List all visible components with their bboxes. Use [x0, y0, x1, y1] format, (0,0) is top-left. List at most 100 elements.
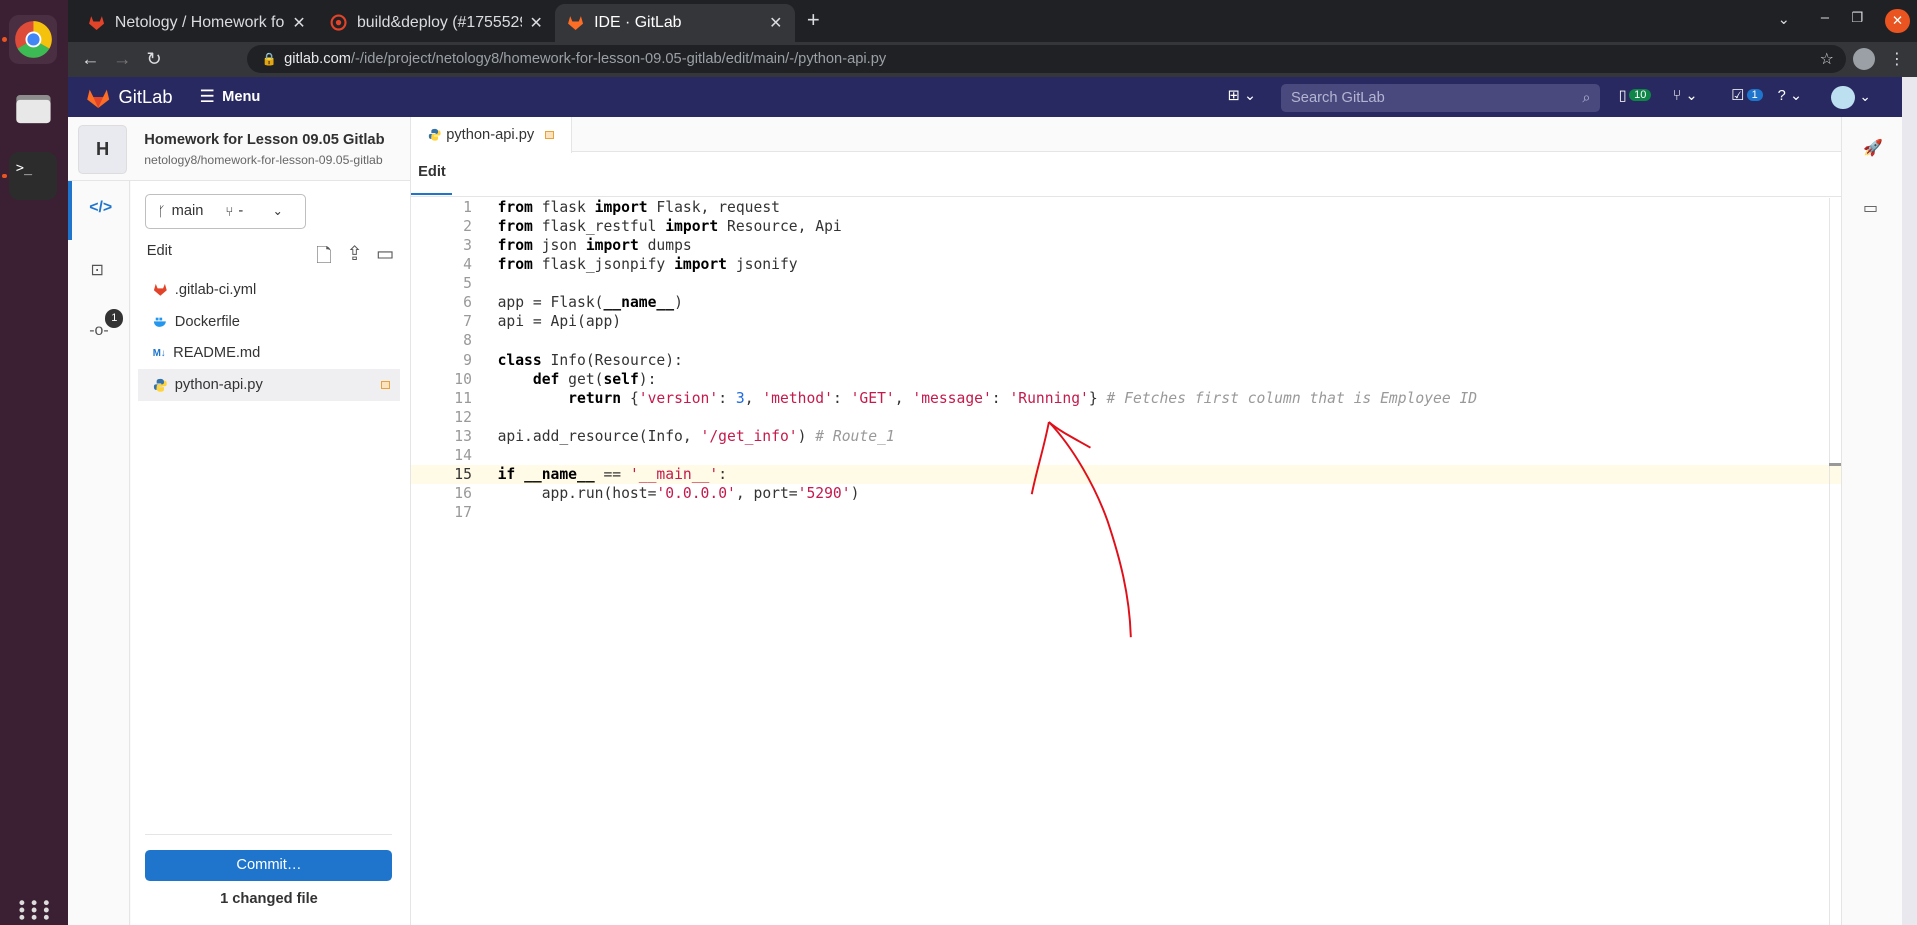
window-close-icon[interactable]: ✕ — [1885, 8, 1910, 33]
new-file-icon[interactable]: 🗋 — [312, 242, 336, 275]
code-line[interactable]: 9 class Info(Resource): — [411, 351, 1841, 370]
gitlab-top-nav: GitLab ☰ Menu ⊞ ⌄ Search GitLab ⌕ ▯ 10 ⑂… — [68, 77, 1903, 118]
close-tab-icon[interactable]: ✕ — [530, 13, 543, 33]
todo-check-icon: ☑ — [1731, 87, 1745, 104]
project-avatar[interactable]: H — [78, 124, 128, 174]
branch-icon: ᚴ — [157, 203, 166, 219]
ide-activity-bar: </> ⊡ -o- 1 — [68, 180, 130, 925]
minimize-icon[interactable]: – — [1821, 10, 1829, 26]
close-tab-icon[interactable]: ✕ — [292, 13, 305, 33]
user-menu[interactable]: ⌄ — [1831, 85, 1871, 109]
search-field[interactable]: Search GitLab ⌕ — [1281, 84, 1601, 113]
editor-scrollbar[interactable] — [1829, 198, 1841, 925]
code-line[interactable]: 4 from flask_jsonpify import jsonify — [411, 255, 1841, 274]
gitlab-logo-text: GitLab — [118, 86, 173, 108]
close-tab-icon[interactable]: ✕ — [769, 13, 782, 33]
project-name[interactable]: Homework for Lesson 09.05 Gitlab — [144, 132, 384, 148]
gitlab-home-link[interactable]: GitLab — [86, 86, 173, 109]
commit-button[interactable]: Commit… — [145, 849, 393, 882]
terminal-icon[interactable]: ▭ — [1863, 198, 1878, 218]
restore-icon[interactable]: ❐ — [1851, 10, 1863, 26]
bookmark-star-icon[interactable]: ☆ — [1820, 49, 1834, 69]
line-number: 5 — [463, 275, 472, 293]
issues-button[interactable]: ▯ 10 — [1619, 87, 1652, 104]
annotation-arrow — [1030, 421, 1132, 637]
help-icon[interactable]: ? ⌄ — [1778, 87, 1803, 104]
issues-icon: ▯ — [1618, 87, 1627, 104]
forward-icon[interactable]: → — [106, 48, 138, 70]
terminal-app-icon[interactable]: >_ — [8, 151, 58, 201]
line-number: 15 — [454, 465, 472, 483]
code-line[interactable]: 5 — [411, 274, 1841, 293]
browser-tab-netology[interactable]: Netology / Homework for ✕ — [76, 4, 318, 42]
new-directory-icon[interactable]: ▭ — [373, 242, 397, 266]
todos-button[interactable]: ☑ 1 — [1731, 87, 1763, 104]
hamburger-icon: ☰ — [199, 87, 215, 107]
menu-button[interactable]: ☰ Menu — [199, 87, 260, 107]
line-text: class Info(Resource): — [497, 351, 683, 369]
line-number: 4 — [463, 256, 472, 274]
code-line[interactable]: 10 def get(self): — [411, 370, 1841, 389]
show-apps-icon[interactable] — [17, 899, 51, 921]
create-new-icon[interactable]: ⊞ ⌄ — [1227, 87, 1256, 104]
browser-tab-strip: Netology / Homework for ✕ build&deploy (… — [68, 0, 1917, 42]
pipelines-rocket-icon[interactable]: 🚀 — [1863, 138, 1883, 158]
pipeline-favicon-icon — [330, 14, 347, 31]
file-tree-panel: ᚴ main ⑂ - ⌄ Edit 🗋 ⇪ ▭ .gitlab-ci.yml D… — [130, 180, 410, 925]
line-number: 14 — [454, 446, 472, 464]
file-item-gitlab-ci[interactable]: .gitlab-ci.yml — [138, 274, 400, 306]
merge-request-label: - — [238, 203, 244, 220]
page-scrollbar[interactable] — [1902, 77, 1917, 925]
line-number: 17 — [454, 504, 472, 522]
tab-title: IDE · GitLab — [594, 13, 682, 31]
line-number: 1 — [463, 199, 472, 217]
line-text: api.add_resource(Info, '/get_info') # Ro… — [497, 427, 895, 445]
tab-search-icon[interactable]: ⌄ — [1778, 11, 1790, 28]
editor-mode-tab[interactable]: Edit — [418, 164, 446, 180]
file-item-dockerfile[interactable]: Dockerfile — [138, 306, 400, 338]
file-name: README.md — [173, 345, 261, 362]
gitlab-favicon-icon — [89, 16, 105, 31]
commit-count-badge: 1 — [105, 309, 124, 328]
code-line[interactable]: 3 from json import dumps — [411, 236, 1841, 255]
browser-menu-icon[interactable]: ⋮ — [1889, 49, 1905, 69]
editor-file-tab[interactable]: python-api.py — [410, 117, 573, 153]
new-tab-button[interactable]: + — [807, 8, 820, 31]
files-app-icon[interactable] — [9, 84, 58, 133]
file-name: Dockerfile — [174, 313, 240, 330]
line-text: app = Flask(__name__) — [497, 294, 683, 312]
line-number: 9 — [463, 351, 472, 369]
todo-count-badge: 1 — [1746, 89, 1763, 102]
back-icon[interactable]: ← — [75, 48, 107, 70]
browser-tab-ide[interactable]: IDE · GitLab ✕ — [555, 3, 795, 42]
url-path: /-/ide/project/netology8/homework-for-le… — [350, 51, 887, 68]
review-mode-icon[interactable]: ⊡ — [90, 260, 103, 280]
gitlab-favicon-icon — [568, 16, 584, 31]
code-line[interactable]: 6 app = Flask(__name__) — [411, 293, 1841, 312]
code-line[interactable]: 2 from flask_restful import Resource, Api — [411, 217, 1841, 236]
file-name: .gitlab-ci.yml — [174, 281, 257, 298]
project-path: netology8/homework-for-lesson-09.05-gitl… — [144, 152, 383, 167]
edit-mode-code-icon[interactable]: </> — [89, 199, 112, 217]
profile-avatar-icon[interactable] — [1853, 47, 1876, 70]
upload-icon[interactable]: ⇪ — [342, 242, 366, 266]
gitlab-icon — [153, 284, 167, 297]
code-line[interactable]: 7 api = Api(app) — [411, 312, 1841, 331]
code-line[interactable]: 1 from flask import Flask, request — [411, 198, 1841, 217]
file-item-readme[interactable]: M↓ README.md — [138, 337, 400, 369]
url-field[interactable]: 🔒 gitlab.com/-/ide/project/netology8/hom… — [246, 45, 1847, 74]
file-tree-edit-label: Edit — [146, 243, 172, 260]
user-avatar — [1831, 85, 1855, 109]
file-item-python-api[interactable]: python-api.py — [138, 369, 400, 401]
line-text: from flask_restful import Resource, Api — [497, 218, 842, 236]
merge-requests-icon[interactable]: ⑂ ⌄ — [1673, 87, 1698, 104]
browser-tab-build[interactable]: build&deploy (#17555291 ✕ — [318, 4, 555, 42]
branch-name: main — [171, 203, 204, 220]
branch-selector[interactable]: ᚴ main ⑂ - ⌄ — [145, 194, 306, 229]
code-line[interactable]: 11 return {'version': 3, 'method': 'GET'… — [411, 389, 1841, 408]
reload-icon[interactable]: ↻ — [138, 48, 170, 70]
file-name: python-api.py — [174, 377, 263, 394]
line-number: 11 — [454, 389, 472, 407]
chrome-app-icon[interactable] — [8, 14, 58, 64]
code-line[interactable]: 8 — [411, 331, 1841, 350]
